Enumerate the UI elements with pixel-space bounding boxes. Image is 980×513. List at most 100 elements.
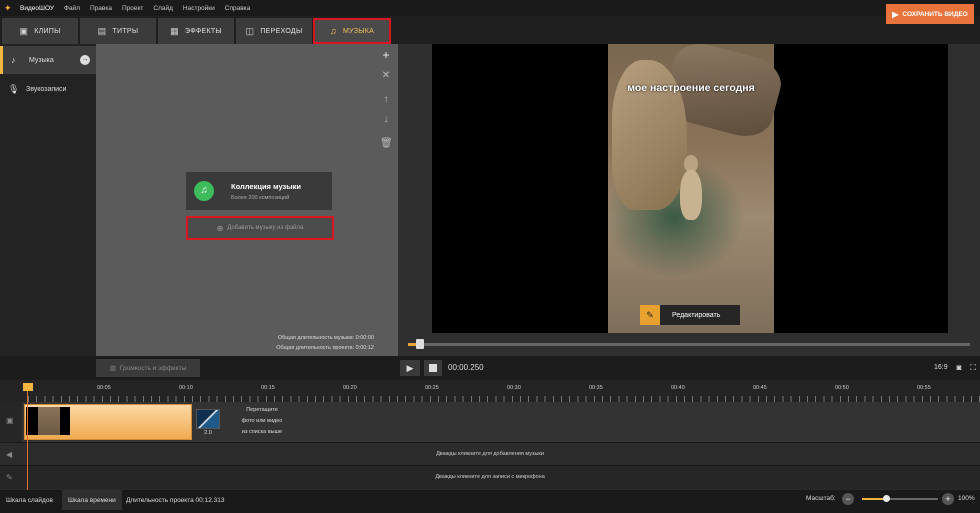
menubar: ✦ ВидеоШОУ Файл Правка Проект Слайд Наст…: [0, 0, 980, 16]
voice-track[interactable]: ✎ Дважды кликните для записи с микрофона: [0, 465, 980, 489]
main-tabs: ▣ КЛИПЫ ▤ ТИТРЫ ▦ ЭФФЕКТЫ ◫ ПЕРЕХОДЫ ♫ М…: [0, 16, 980, 44]
music-collection-button[interactable]: ♫ Коллекция музыки Более 200 композиций: [186, 172, 332, 210]
menu-file[interactable]: Файл: [64, 5, 80, 12]
video-track-header: ▣: [0, 402, 22, 442]
zoom-value: 100%: [958, 495, 975, 502]
tick-label: 00:50: [835, 385, 849, 391]
fullscreen-icon[interactable]: ⛶: [968, 363, 978, 373]
remove-icon[interactable]: ✕: [380, 70, 392, 81]
transition-thumbnail[interactable]: [196, 409, 220, 429]
sidebar-item-label: Музыка: [29, 56, 54, 64]
sidebar-item-music[interactable]: ♪ Музыка →: [0, 46, 96, 74]
menu-project[interactable]: Проект: [122, 5, 143, 12]
clip-thumbnail-image: [38, 407, 60, 435]
seek-bar[interactable]: [408, 343, 970, 346]
stop-icon: [429, 364, 437, 372]
plus-circle-icon: ⊕: [216, 223, 224, 233]
play-button[interactable]: ▶: [400, 360, 420, 376]
tick-label: 00:05: [97, 385, 111, 391]
drop-hint-line: из списка выше: [241, 429, 283, 435]
titles-icon: ▤: [97, 25, 107, 36]
menu-edit[interactable]: Правка: [90, 5, 112, 12]
tab-transitions[interactable]: ◫ ПЕРЕХОДЫ: [236, 18, 312, 44]
tick-label: 00:10: [179, 385, 193, 391]
slides-scale-tab[interactable]: Шкала слайдов: [0, 490, 59, 510]
effects-icon: ▦: [170, 25, 179, 36]
app-name: ВидеоШОУ: [20, 4, 54, 12]
menu-help[interactable]: Справка: [225, 5, 251, 12]
transition-duration: 2.0: [204, 430, 212, 436]
transitions-icon: ◫: [245, 25, 255, 36]
playhead-line: [27, 391, 28, 491]
play-icon: ▶: [406, 363, 414, 373]
sliders-icon: ▥: [109, 365, 116, 372]
tab-music[interactable]: ♫ МУЗЫКА: [313, 18, 391, 44]
add-music-from-file-button[interactable]: ⊕ Добавить музыку из файла: [186, 216, 334, 240]
collection-subtitle: Более 200 композиций: [231, 195, 290, 201]
tick-label: 00:45: [753, 385, 767, 391]
edit-button[interactable]: ✎ Редактировать: [640, 305, 740, 325]
seek-handle[interactable]: [416, 339, 424, 349]
tick-label: 00:25: [425, 385, 439, 391]
add-music-label: Добавить музыку из файла: [227, 225, 304, 231]
tab-titles[interactable]: ▤ ТИТРЫ: [80, 18, 156, 44]
timeline-scale-tab[interactable]: Шкала времени: [62, 490, 122, 510]
move-down-icon[interactable]: ↓: [380, 114, 392, 125]
save-video-button[interactable]: ▶ СОХРАНИТЬ ВИДЕО: [886, 4, 974, 24]
collection-title: Коллекция музыки: [231, 182, 302, 191]
tick-label: 00:55: [917, 385, 931, 391]
playhead-handle[interactable]: [23, 383, 33, 391]
app-logo-icon: ✦: [4, 3, 12, 13]
trash-icon[interactable]: 🗑: [380, 138, 393, 149]
video-track-icon: ▣: [6, 416, 14, 425]
meerkat-body-shape: [680, 170, 702, 220]
tick-label: 00:40: [671, 385, 685, 391]
voice-track-hint: Дважды кликните для записи с микрофона: [435, 474, 545, 480]
zoom-slider-handle[interactable]: [883, 495, 890, 502]
zoom-out-button[interactable]: −: [842, 493, 854, 505]
tick-label: 00:35: [589, 385, 603, 391]
project-duration-text: Общая длительность проекта: 0:00:12: [276, 345, 374, 351]
film-icon: ▶: [892, 9, 899, 19]
tick-label: 00:15: [261, 385, 275, 391]
zoom-label: Масштаб:: [806, 495, 836, 502]
volume-effects-label: Громкость и эффекты: [119, 364, 187, 372]
stop-button[interactable]: [424, 360, 442, 376]
music-library-icon: ♪: [11, 55, 16, 65]
music-note-icon: ♫: [329, 26, 337, 36]
add-icon[interactable]: +: [380, 48, 392, 62]
tab-clips[interactable]: ▣ КЛИПЫ: [2, 18, 78, 44]
music-duration-text: Общая длительность музыки: 0:00:00: [277, 335, 374, 341]
move-up-icon[interactable]: ↑: [380, 94, 392, 105]
clips-icon: ▣: [19, 25, 29, 36]
aspect-ratio[interactable]: 16:9: [934, 364, 948, 371]
tab-label: МУЗЫКА: [342, 27, 375, 35]
pencil-icon: ✎: [640, 305, 660, 325]
volume-effects-button[interactable]: ▥ Громкость и эффекты: [96, 359, 200, 377]
tab-label: ТИТРЫ: [112, 27, 139, 35]
tab-effects[interactable]: ▦ ЭФФЕКТЫ: [158, 18, 234, 44]
tab-label: ПЕРЕХОДЫ: [260, 27, 303, 35]
save-video-label: СОХРАНИТЬ ВИДЕО: [902, 10, 968, 18]
zoom-in-button[interactable]: +: [942, 493, 954, 505]
tab-label: ЭФФЕКТЫ: [184, 27, 222, 35]
sidebar-item-label: Звукозаписи: [26, 85, 67, 93]
drop-hint-line: фото или видео: [241, 418, 283, 424]
arrow-right-icon[interactable]: →: [80, 55, 90, 65]
status-project-duration: Длительность проекта 00:12.313: [120, 490, 230, 510]
snapshot-icon[interactable]: ◙: [954, 363, 964, 373]
edit-button-label: Редактировать: [672, 311, 721, 319]
sidebar-item-recordings[interactable]: 🎙 Звукозаписи: [0, 75, 96, 103]
menu-slide[interactable]: Слайд: [153, 5, 173, 12]
slides-tab-label: Шкала слайдов: [6, 496, 53, 504]
panel-tools: + ✕ ↑ ↓ 🗑: [376, 48, 396, 158]
tab-label: КЛИПЫ: [34, 27, 61, 35]
timeline-tab-label: Шкала времени: [68, 496, 116, 504]
video-overlay-text: мое настроение сегодня: [627, 82, 755, 94]
music-track-hint: Дважды кликните для добавления музыки: [436, 451, 544, 457]
menu-settings[interactable]: Настройки: [183, 5, 215, 12]
tick-label: 00:30: [507, 385, 521, 391]
drop-hint-line: Перетащите: [246, 407, 278, 413]
music-track[interactable]: ◀ Дважды кликните для добавления музыки: [0, 442, 980, 465]
tick-label: 00:20: [343, 385, 357, 391]
